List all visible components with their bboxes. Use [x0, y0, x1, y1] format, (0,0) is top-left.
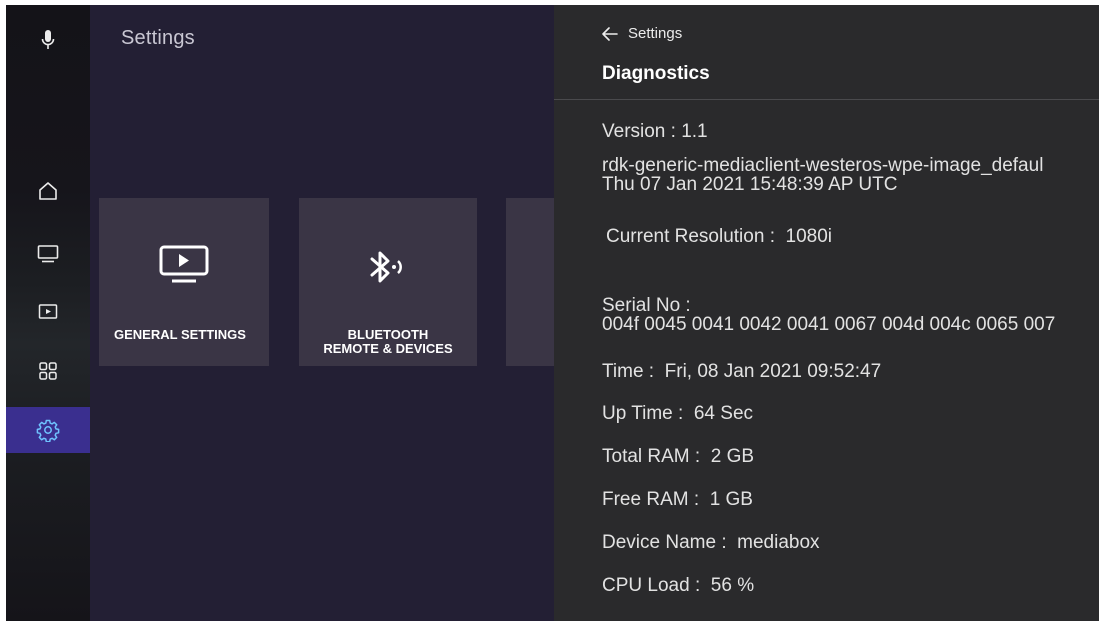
uptime-row: Up Time : 64 Sec: [602, 404, 753, 423]
play-screen-icon: [38, 303, 58, 321]
sidebar-item-tv[interactable]: [6, 231, 90, 277]
diagnostics-panel: Settings Diagnostics Version : 1.1 rdk-g…: [554, 5, 1099, 621]
total-ram-row: Total RAM : 2 GB: [602, 447, 754, 466]
sidebar-item-mic[interactable]: [6, 17, 90, 63]
version-row: Version : 1.1: [602, 121, 708, 142]
device-name-label: Device Name :: [602, 532, 732, 553]
build-name: rdk-generic-mediaclient-westeros-wpe-ima…: [602, 155, 1044, 176]
tv-play-icon: [99, 244, 269, 284]
sidebar-item-home[interactable]: [6, 168, 90, 214]
serial-row: Serial No : 004f 0045 0041 0042 0041 006…: [602, 296, 1055, 334]
free-ram-row: Free RAM : 1 GB: [602, 490, 753, 509]
arrow-left-icon: [602, 26, 618, 41]
page-title: Settings: [121, 27, 195, 49]
total-ram-label: Total RAM :: [602, 446, 706, 467]
tile-general-settings-label: GENERAL SETTINGS: [114, 327, 246, 342]
cpu-load-row: CPU Load : 56 %: [602, 576, 754, 595]
serial-label: Serial No :: [602, 295, 691, 316]
time-row: Time : Fri, 08 Jan 2021 09:52:47: [602, 362, 881, 381]
sidebar-item-settings[interactable]: [6, 407, 90, 453]
build-row: rdk-generic-mediaclient-westeros-wpe-ima…: [602, 156, 1043, 194]
gear-icon: [36, 418, 60, 442]
resolution-label: Current Resolution :: [606, 226, 781, 247]
serial-value: 004f 0045 0041 0042 0041 0067 004d 004c …: [602, 314, 1056, 335]
time-value: Fri, 08 Jan 2021 09:52:47: [664, 361, 882, 382]
panel-header: Settings Diagnostics: [554, 5, 1099, 100]
uptime-label: Up Time :: [602, 403, 689, 424]
tile-bluetooth[interactable]: BLUETOOTH REMOTE & DEVICES: [299, 198, 477, 366]
build-date: Thu 07 Jan 2021 15:48:39 AP UTC: [602, 174, 898, 195]
device-name-row: Device Name : mediabox: [602, 533, 820, 552]
device-name-value: mediabox: [737, 532, 820, 553]
resolution-value: 1080i: [785, 226, 833, 247]
sidebar-item-media[interactable]: [6, 289, 90, 335]
sidebar-item-apps[interactable]: [6, 348, 90, 394]
tv-icon: [37, 244, 59, 264]
total-ram-value: 2 GB: [710, 446, 755, 467]
panel-title: Diagnostics: [602, 63, 710, 84]
resolution-row: Current Resolution : 1080i: [606, 227, 832, 246]
bluetooth-icon: [299, 248, 477, 286]
tile-bluetooth-label: BLUETOOTH REMOTE & DEVICES: [323, 327, 453, 356]
tv-screen: Settings GENERAL SETTINGS BLUETOOTH REMO…: [6, 5, 1099, 621]
apps-grid-icon: [38, 361, 58, 381]
tile-general-settings[interactable]: GENERAL SETTINGS: [99, 198, 269, 366]
uptime-value: 64 Sec: [693, 403, 754, 424]
cpu-load-value: 56 %: [710, 575, 755, 596]
back-button[interactable]: Settings: [602, 25, 682, 42]
time-label: Time :: [602, 361, 660, 382]
microphone-icon: [41, 29, 55, 51]
home-icon: [38, 181, 58, 201]
cpu-load-label: CPU Load :: [602, 575, 706, 596]
sidebar: [6, 5, 90, 621]
back-label: Settings: [628, 25, 683, 42]
free-ram-label: Free RAM :: [602, 489, 705, 510]
free-ram-value: 1 GB: [709, 489, 753, 510]
